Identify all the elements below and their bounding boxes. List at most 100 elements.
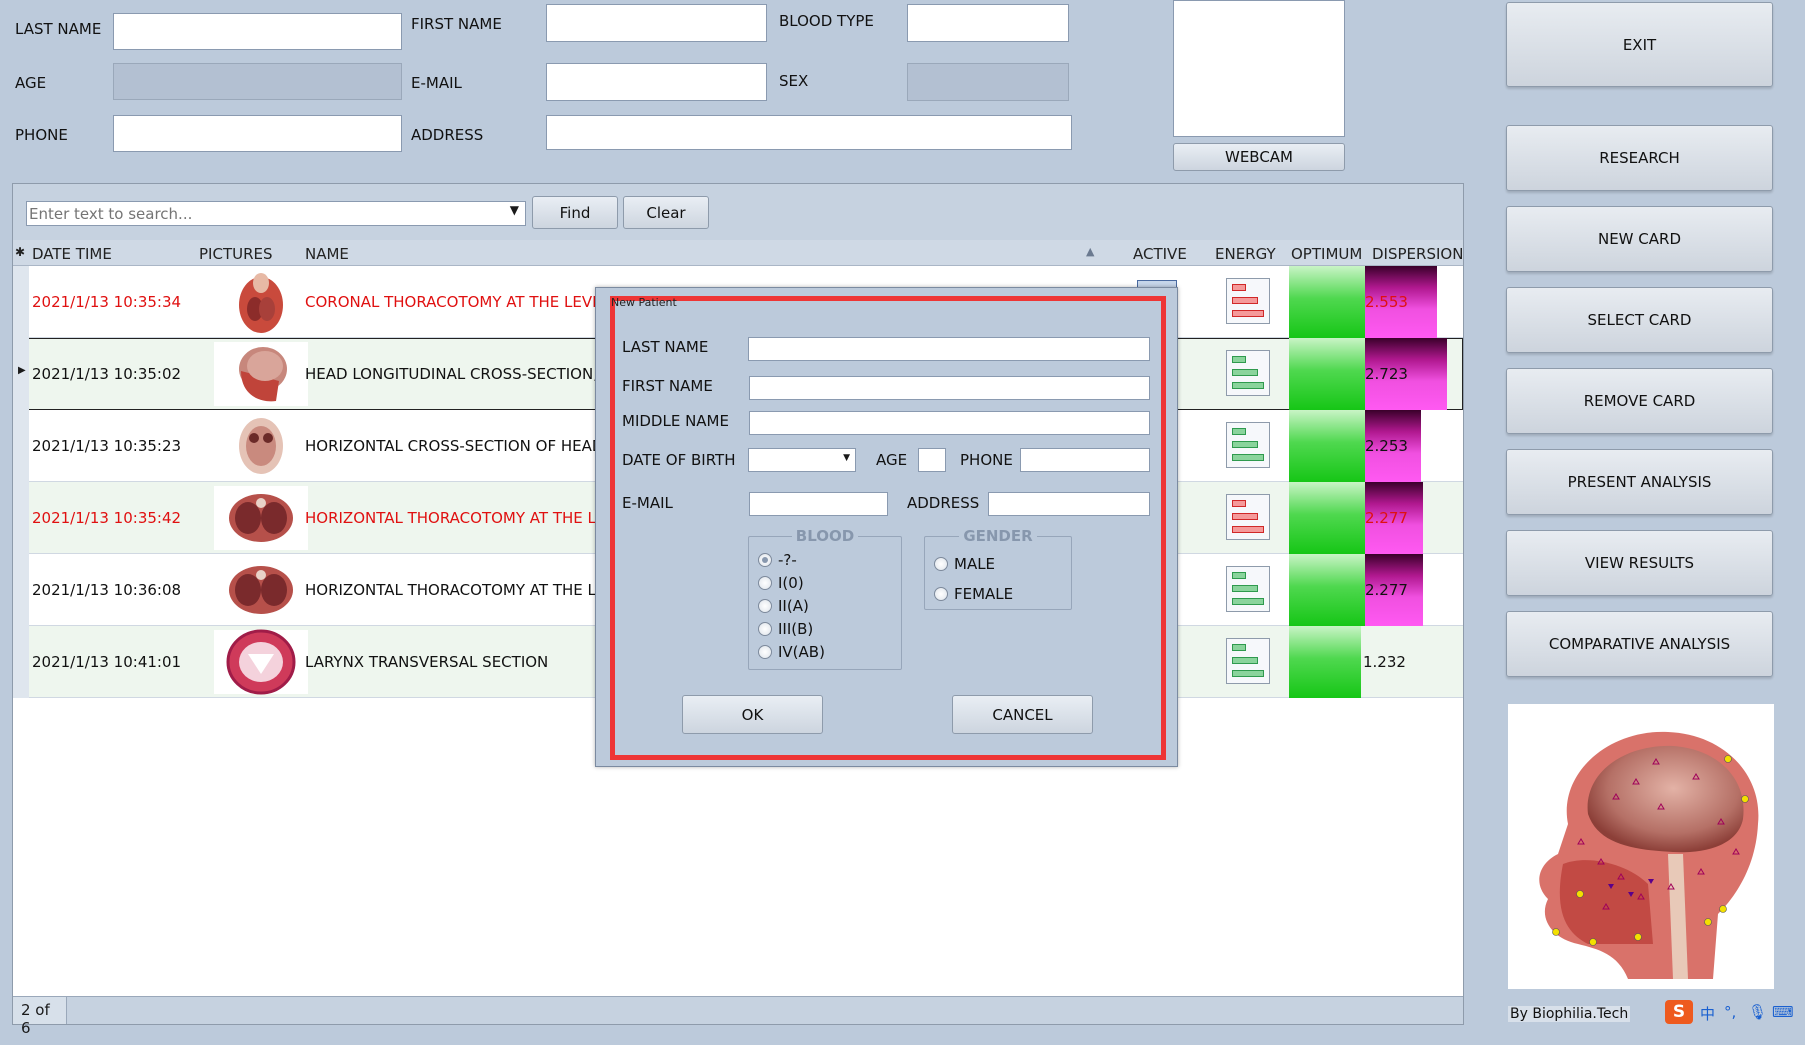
thumbnail-head-horizontal bbox=[214, 414, 308, 478]
modal-last-name-label: LAST NAME bbox=[622, 338, 709, 356]
blood-option-i0[interactable]: I(0) bbox=[758, 574, 804, 592]
radio-icon[interactable] bbox=[758, 622, 772, 636]
optimum-dispersion-bar: 2.723 bbox=[1289, 338, 1447, 410]
blood-type-label: BLOOD TYPE bbox=[779, 12, 874, 30]
radio-label: IV(AB) bbox=[778, 643, 825, 661]
blood-option-iiib[interactable]: III(B) bbox=[758, 620, 813, 638]
dialog-title: New Patient bbox=[611, 296, 677, 309]
energy-bars-icon bbox=[1226, 494, 1270, 540]
modal-phone-label: PHONE bbox=[960, 451, 1013, 469]
view-results-button[interactable]: VIEW RESULTS bbox=[1506, 530, 1773, 596]
row-date: 2021/1/13 10:41:01 bbox=[32, 653, 182, 671]
blood-option-unknown[interactable]: -?- bbox=[758, 551, 797, 569]
search-input[interactable] bbox=[27, 202, 497, 225]
optimum-dispersion-bar: 2.553 bbox=[1289, 266, 1447, 338]
email-input[interactable] bbox=[546, 63, 767, 101]
select-card-button[interactable]: SELECT CARD bbox=[1506, 287, 1773, 353]
energy-bars-icon bbox=[1226, 566, 1270, 612]
ime-punctuation-icon[interactable]: °, bbox=[1724, 1003, 1736, 1021]
energy-bars-icon bbox=[1226, 638, 1270, 684]
modal-phone-input[interactable] bbox=[1020, 448, 1150, 472]
modal-middle-name-label: MIDDLE NAME bbox=[622, 412, 729, 430]
webcam-button[interactable]: WEBCAM bbox=[1173, 143, 1345, 171]
row-name: HORIZONTAL CROSS-SECTION OF HEAD AT bbox=[305, 437, 627, 455]
blood-type-input[interactable] bbox=[907, 4, 1069, 42]
sogou-ime-icon[interactable]: S bbox=[1665, 1000, 1693, 1024]
radio-icon[interactable] bbox=[934, 557, 948, 571]
radio-label: FEMALE bbox=[954, 585, 1014, 603]
radio-icon[interactable] bbox=[758, 599, 772, 613]
modal-email-input[interactable] bbox=[749, 492, 888, 516]
col-pictures[interactable]: PICTURES bbox=[199, 245, 273, 263]
row-indicator: ▶ bbox=[13, 338, 29, 410]
exit-button[interactable]: EXIT bbox=[1506, 2, 1773, 87]
dispersion-value: 2.553 bbox=[1365, 293, 1408, 311]
pager-status: 2 of 6 bbox=[13, 997, 67, 1037]
research-button[interactable]: RESEARCH bbox=[1506, 125, 1773, 191]
find-button[interactable]: Find bbox=[532, 196, 618, 229]
phone-label: PHONE bbox=[15, 126, 68, 144]
thumbnail-thorax-horizontal bbox=[214, 558, 308, 622]
comparative-analysis-button[interactable]: COMPARATIVE ANALYSIS bbox=[1506, 611, 1773, 677]
modal-age-input[interactable] bbox=[918, 448, 946, 472]
modal-first-name-input[interactable] bbox=[749, 376, 1150, 400]
radio-label: I(0) bbox=[778, 574, 804, 592]
dispersion-value: 2.277 bbox=[1365, 581, 1408, 599]
modal-email-label: E-MAIL bbox=[622, 494, 673, 512]
gender-option-female[interactable]: FEMALE bbox=[934, 585, 1013, 603]
gender-option-male[interactable]: MALE bbox=[934, 555, 995, 573]
col-dispersion[interactable]: DISPERSION bbox=[1372, 245, 1463, 263]
present-analysis-button[interactable]: PRESENT ANALYSIS bbox=[1506, 449, 1773, 515]
radio-icon[interactable] bbox=[934, 587, 948, 601]
search-combobox[interactable]: ▼ bbox=[26, 201, 526, 226]
last-name-input[interactable] bbox=[113, 13, 402, 50]
col-energy[interactable]: ENERGY bbox=[1215, 245, 1276, 263]
cancel-button[interactable]: CANCEL bbox=[952, 695, 1093, 734]
first-name-input[interactable] bbox=[546, 4, 767, 42]
radio-selected-icon[interactable] bbox=[758, 553, 772, 567]
clear-button[interactable]: Clear bbox=[623, 196, 709, 229]
chevron-down-icon[interactable]: ▼ bbox=[843, 453, 850, 463]
row-date: 2021/1/13 10:35:23 bbox=[32, 437, 182, 455]
blood-option-ivab[interactable]: IV(AB) bbox=[758, 643, 825, 661]
row-name: LARYNX TRANSVERSAL SECTION bbox=[305, 653, 549, 671]
ok-button[interactable]: OK bbox=[682, 695, 823, 734]
remove-card-button[interactable]: REMOVE CARD bbox=[1506, 368, 1773, 434]
modal-age-label: AGE bbox=[876, 451, 908, 469]
microphone-icon[interactable]: 🎙 bbox=[1748, 1003, 1767, 1021]
address-input[interactable] bbox=[546, 115, 1072, 150]
new-patient-dialog: New Patient LAST NAME FIRST NAME MIDDLE … bbox=[595, 287, 1178, 767]
energy-bars-icon bbox=[1226, 278, 1270, 324]
row-indicator bbox=[13, 626, 29, 698]
col-date-time[interactable]: DATE TIME bbox=[32, 245, 112, 263]
col-optimum[interactable]: OPTIMUM bbox=[1291, 245, 1362, 263]
blood-group-box: BLOOD -?- I(0) II(A) III(B) IV(AB) bbox=[748, 527, 902, 670]
radio-icon[interactable] bbox=[758, 576, 772, 590]
dob-date-picker[interactable]: ▼ bbox=[748, 448, 856, 472]
col-name[interactable]: NAME bbox=[305, 245, 349, 263]
gender-group-title: GENDER bbox=[959, 527, 1037, 545]
head-anatomy-image bbox=[1508, 704, 1774, 989]
chevron-down-icon[interactable]: ▼ bbox=[510, 203, 519, 217]
blood-option-iia[interactable]: II(A) bbox=[758, 597, 809, 615]
energy-bars-icon bbox=[1226, 350, 1270, 396]
phone-input[interactable] bbox=[113, 115, 402, 152]
radio-icon[interactable] bbox=[758, 645, 772, 659]
row-date: 2021/1/13 10:35:02 bbox=[32, 365, 182, 383]
ime-language-icon[interactable]: 中 bbox=[1700, 1003, 1715, 1024]
col-active[interactable]: ACTIVE bbox=[1133, 245, 1187, 263]
row-indicator bbox=[13, 266, 29, 338]
modal-last-name-input[interactable] bbox=[748, 337, 1150, 361]
row-name: CORONAL THORACOTOMY AT THE LEVEL O bbox=[305, 293, 627, 311]
credit-text: By Biophilia.Tech bbox=[1508, 1006, 1631, 1022]
dispersion-value: 2.723 bbox=[1365, 365, 1408, 383]
new-card-button[interactable]: NEW CARD bbox=[1506, 206, 1773, 272]
row-indicator bbox=[13, 554, 29, 626]
grid-header: ✱ DATE TIME PICTURES NAME ▲ ACTIVE ENERG… bbox=[13, 240, 1463, 266]
radio-label: MALE bbox=[954, 555, 996, 573]
age-input bbox=[113, 63, 402, 100]
modal-middle-name-input[interactable] bbox=[749, 411, 1150, 435]
keyboard-icon[interactable]: ⌨ bbox=[1772, 1003, 1794, 1021]
modal-address-input[interactable] bbox=[988, 492, 1150, 516]
sex-label: SEX bbox=[779, 72, 809, 90]
